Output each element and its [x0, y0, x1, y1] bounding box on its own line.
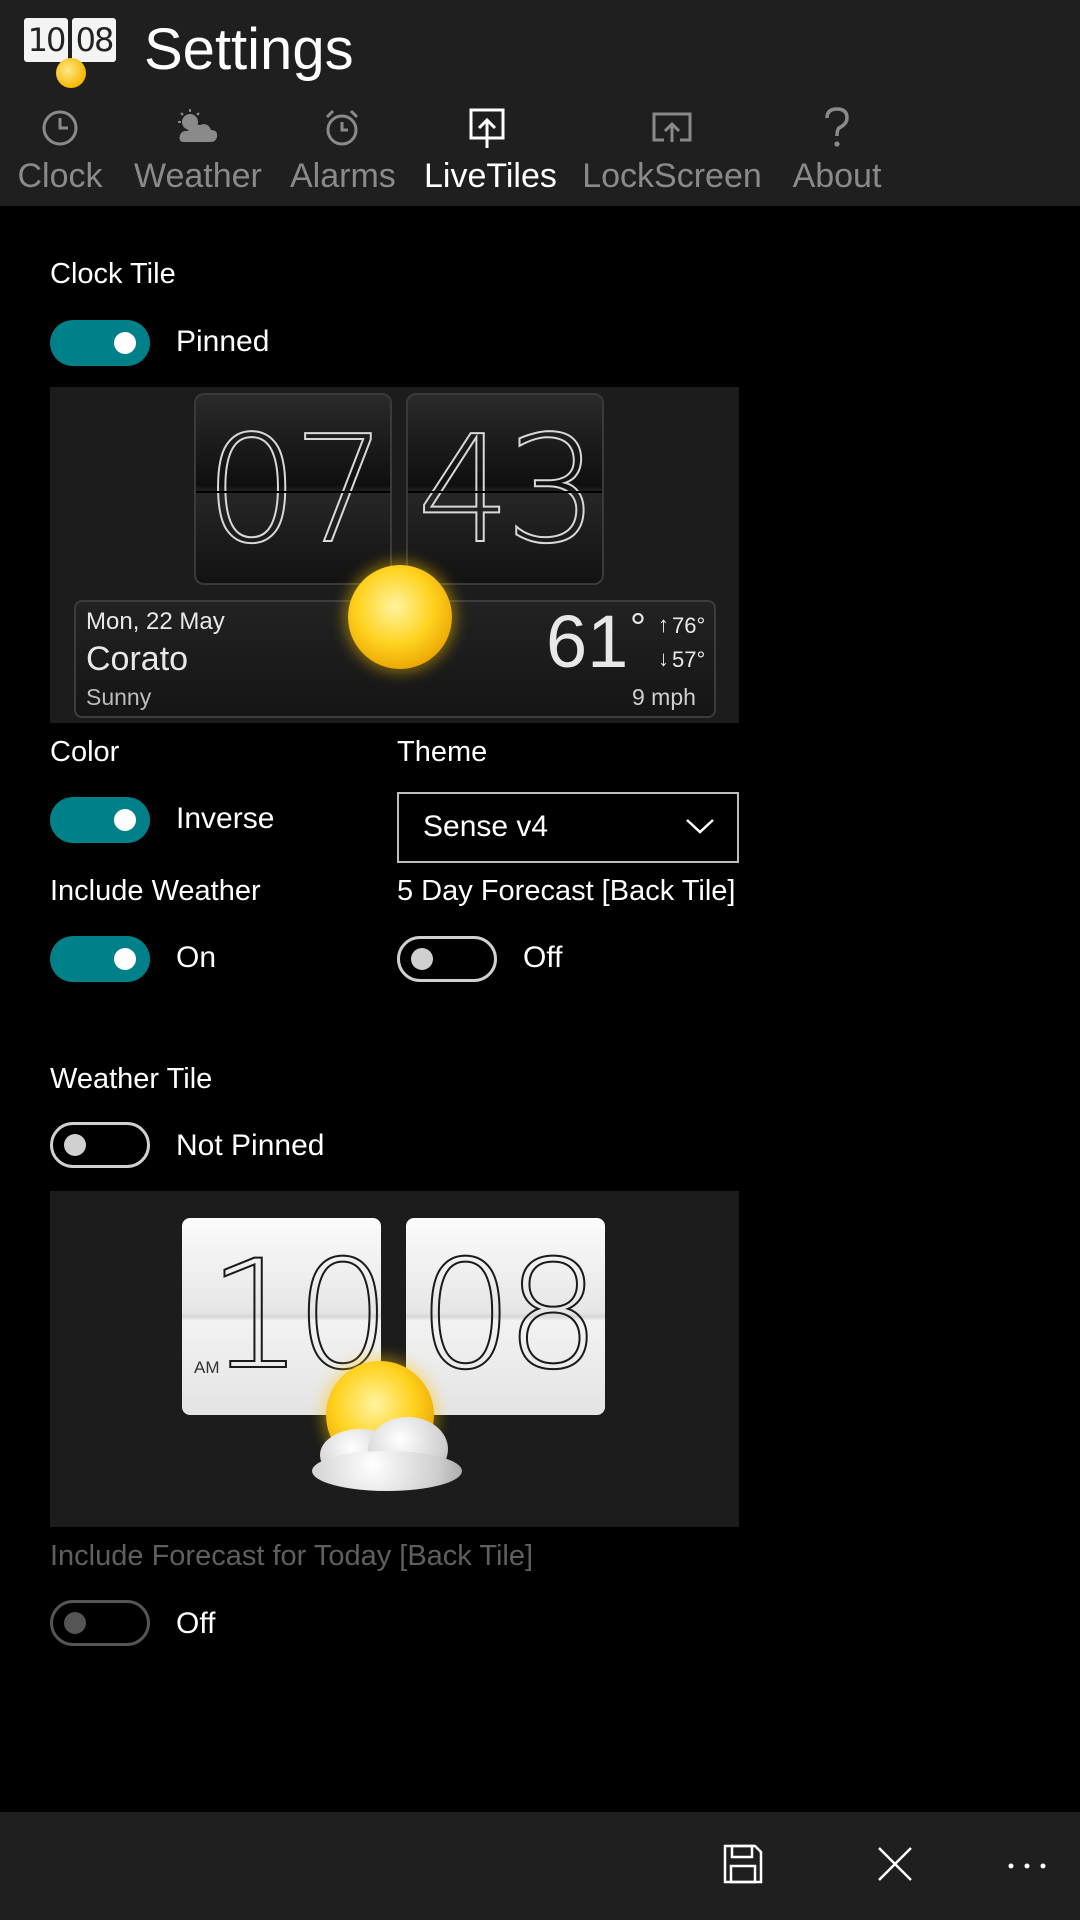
preview-deg: ° [630, 606, 646, 650]
theme-value: Sense v4 [423, 810, 549, 843]
tab-label: Clock [17, 157, 103, 195]
app-bar [0, 1812, 1080, 1920]
tab-label: About [792, 157, 882, 195]
alarm-icon [290, 104, 394, 152]
tab-bar: Clock Weather Alarms LiveTiles LockScree… [0, 104, 1080, 204]
partly-cloudy-icon [134, 104, 260, 152]
preview-condition: Sunny [86, 684, 152, 710]
include-weather-label: Include Weather [50, 875, 261, 907]
preview-date: Mon, 22 May [86, 608, 225, 635]
weather-tile-toggle[interactable] [50, 1122, 150, 1168]
toggle-knob [114, 948, 136, 970]
forecast-back-label: 5 Day Forecast [Back Tile] [397, 875, 736, 907]
color-state: Inverse [176, 802, 275, 835]
pin-tile-icon [424, 104, 550, 152]
tab-label: Alarms [290, 157, 396, 195]
clock-tile-toggle[interactable] [50, 320, 150, 366]
arrow-up-icon: ↑ [658, 612, 669, 637]
toggle-knob [114, 809, 136, 831]
preview-low: 57° [672, 647, 706, 672]
preview-hours: 07 [204, 403, 388, 577]
preview-temp: 61 [546, 600, 629, 683]
lockscreen-icon [580, 104, 764, 152]
tab-alarms[interactable]: Alarms [290, 104, 396, 204]
app-icon: 10 08 [24, 14, 120, 88]
forecast-today-state: Off [176, 1607, 216, 1640]
more-icon [1007, 1857, 1047, 1875]
weather-tile-state: Not Pinned [176, 1129, 325, 1162]
color-toggle[interactable] [50, 797, 150, 843]
forecast-today-toggle[interactable] [50, 1600, 150, 1646]
toggle-knob [411, 948, 433, 970]
toggle-knob [64, 1612, 86, 1634]
toggle-knob [64, 1134, 86, 1156]
preview-city: Corato [86, 640, 189, 678]
color-label: Color [50, 736, 120, 768]
save-button[interactable] [698, 1812, 788, 1920]
app-icon-hours: 10 [24, 18, 68, 62]
flip-hours: 07 [194, 393, 392, 585]
flip-minutes: 43 [406, 393, 604, 585]
tab-lockscreen[interactable]: LockScreen [580, 104, 764, 204]
include-weather-state: On [176, 941, 217, 974]
clock-tile-state: Pinned [176, 325, 270, 358]
preview-high: 76° [672, 613, 706, 638]
tab-about[interactable]: About [792, 104, 882, 204]
preview-ampm: AM [194, 1358, 220, 1377]
include-weather-toggle[interactable] [50, 936, 150, 982]
question-icon [792, 104, 882, 152]
clock-tile-heading: Clock Tile [50, 258, 176, 290]
forecast-today-label: Include Forecast for Today [Back Tile] [50, 1540, 534, 1572]
tab-label: LiveTiles [424, 157, 557, 195]
preview-wind: 9 mph [632, 684, 696, 710]
preview-minutes: 43 [416, 403, 600, 577]
header: 10 08 Settings Clock Weather Alarms Live… [0, 0, 1080, 206]
theme-label: Theme [397, 736, 488, 768]
weather-tile-heading: Weather Tile [50, 1063, 213, 1095]
tab-label: Weather [134, 157, 262, 195]
tab-livetiles[interactable]: LiveTiles [424, 104, 557, 204]
chevron-down-icon [685, 816, 715, 841]
arrow-down-icon: ↓ [658, 646, 669, 671]
weather-tile-preview: 10 AM 08 [50, 1191, 739, 1527]
close-icon [876, 1845, 914, 1888]
more-button[interactable] [982, 1812, 1072, 1920]
flip-minutes: 08 [406, 1218, 605, 1415]
page-title: Settings [144, 17, 354, 82]
clock-icon [14, 104, 106, 152]
save-icon [722, 1843, 764, 1890]
app-icon-minutes: 08 [72, 18, 116, 62]
tab-clock[interactable]: Clock [14, 104, 106, 204]
close-button[interactable] [850, 1812, 940, 1920]
clock-tile-preview: 07 43 Mon, 22 May Corato Sunny 61 ° ↑ 76… [50, 387, 739, 723]
sun-icon [348, 565, 452, 669]
tab-weather[interactable]: Weather [134, 104, 262, 204]
weather-sun-icon [56, 58, 86, 88]
preview-minutes: 08 [417, 1228, 602, 1404]
forecast-back-state: Off [523, 941, 563, 974]
theme-select[interactable]: Sense v4 [397, 792, 739, 863]
tab-label: LockScreen [582, 157, 762, 195]
toggle-knob [114, 332, 136, 354]
forecast-back-toggle[interactable] [397, 936, 497, 982]
